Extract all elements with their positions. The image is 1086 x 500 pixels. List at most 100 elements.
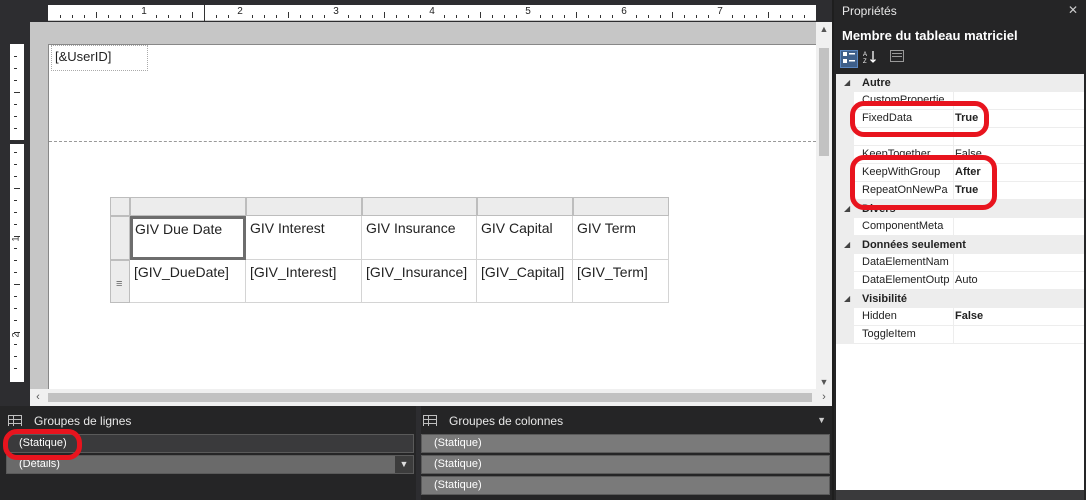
ruler-tick <box>14 308 17 309</box>
scroll-left-icon[interactable]: ‹ <box>30 389 46 406</box>
ruler-tick <box>14 344 17 345</box>
row-groups-label: Groupes de lignes <box>34 414 132 428</box>
highlight-ring-static-group <box>3 429 82 460</box>
column-handle[interactable] <box>246 197 362 216</box>
detail-cell-due-date[interactable]: [GIV_DueDate] <box>130 260 246 303</box>
column-group-label: (Statique) <box>434 437 482 449</box>
designer-horizontal-scrollbar[interactable]: ‹ › <box>30 389 832 406</box>
column-group-static[interactable]: (Statique) <box>421 476 830 495</box>
details-row-handle[interactable]: ≡ <box>110 260 130 303</box>
design-canvas[interactable]: [&UserID] ≡ GIV Due Date GIV Interest GI… <box>30 22 816 389</box>
userid-textbox[interactable]: [&UserID] <box>51 45 148 71</box>
report-builder-window: 1234567 12 [&UserID] ≡ GIV Due Date GIV … <box>0 0 1086 500</box>
collapse-icon[interactable]: ◢ <box>844 236 850 254</box>
ruler-tick <box>84 15 85 18</box>
ruler-tick <box>180 15 181 18</box>
scroll-thumb[interactable] <box>819 48 829 156</box>
ruler-tick <box>756 15 757 18</box>
close-icon[interactable]: ✕ <box>1068 3 1078 17</box>
ruler-tick <box>14 284 20 285</box>
ruler-tick <box>228 15 229 18</box>
scroll-thumb[interactable] <box>48 393 812 402</box>
header-row-handle[interactable] <box>110 216 130 260</box>
property-row-dataelementoutput[interactable]: DataElementOutp Auto <box>836 272 1084 290</box>
ruler-tick <box>480 12 481 18</box>
ruler-tick <box>492 15 493 18</box>
ruler-tick <box>96 12 97 18</box>
ruler-number: 3 <box>333 6 339 17</box>
scroll-right-icon[interactable]: › <box>816 389 832 406</box>
column-handle[interactable] <box>362 197 477 216</box>
detail-cell-capital[interactable]: [GIV_Capital] <box>477 260 573 303</box>
collapse-icon[interactable]: ◢ <box>844 200 850 218</box>
ruler-tick <box>14 140 20 141</box>
header-cell-term[interactable]: GIV Term <box>573 216 669 260</box>
header-cell-due-date[interactable]: GIV Due Date <box>130 216 246 260</box>
ruler-tick <box>468 15 469 18</box>
ruler-number: 6 <box>621 6 627 17</box>
detail-cell-interest[interactable]: [GIV_Interest] <box>246 260 362 303</box>
category-visibilite[interactable]: ◢ Visibilité <box>836 290 1084 308</box>
ruler-tick <box>792 15 793 18</box>
scroll-up-icon[interactable]: ▲ <box>816 24 832 34</box>
ruler-tick <box>276 15 277 18</box>
ruler-tick <box>14 224 17 225</box>
ruler-tick <box>540 15 541 18</box>
property-pages-icon[interactable] <box>888 50 906 68</box>
details-row-icon: ≡ <box>116 278 123 290</box>
ruler-tick <box>324 15 325 18</box>
property-row-componentmeta[interactable]: ComponentMeta <box>836 218 1084 236</box>
sort-alphabetical-icon[interactable]: AZ <box>862 50 880 68</box>
column-handle[interactable] <box>477 197 573 216</box>
column-group-label: (Statique) <box>434 458 482 470</box>
ruler-tick <box>132 15 133 18</box>
tablix-corner-handle[interactable] <box>110 197 130 216</box>
ruler-tick <box>372 15 373 18</box>
scroll-down-icon[interactable]: ▼ <box>816 377 832 387</box>
ruler-tick <box>14 116 17 117</box>
row-groups-header: Groupes de lignes <box>8 412 131 430</box>
category-autre[interactable]: ◢ Autre <box>836 74 1084 92</box>
ruler-position-marker <box>204 5 205 21</box>
ruler-number: 7 <box>717 6 723 17</box>
designer-vertical-scrollbar[interactable]: ▲ ▼ <box>816 22 832 389</box>
detail-cell-insurance[interactable]: [GIV_Insurance] <box>362 260 477 303</box>
svg-text:A: A <box>863 52 867 58</box>
collapse-icon[interactable]: ◢ <box>844 290 850 308</box>
ruler-tick <box>600 15 601 18</box>
ruler-tick <box>696 15 697 18</box>
ruler-tick <box>612 15 613 18</box>
column-handle[interactable] <box>130 197 246 216</box>
header-cell-insurance[interactable]: GIV Insurance <box>362 216 477 260</box>
category-donnees[interactable]: ◢ Données seulement <box>836 236 1084 254</box>
vertical-ruler: 12 <box>10 44 24 382</box>
ruler-number: 5 <box>525 6 531 17</box>
ruler-tick <box>14 272 17 273</box>
ruler-number: 4 <box>429 6 435 17</box>
property-row-dataelementname[interactable]: DataElementNam <box>836 254 1084 272</box>
categorized-view-icon[interactable] <box>840 50 858 68</box>
dropdown-arrow-icon[interactable]: ▼ <box>395 456 413 473</box>
ruler-tick <box>768 12 769 18</box>
property-row-toggleitem[interactable]: ToggleItem <box>836 326 1084 344</box>
ruler-tick <box>552 15 553 18</box>
column-handle[interactable] <box>573 197 669 216</box>
ruler-tick <box>72 15 73 18</box>
detail-cell-term[interactable]: [GIV_Term] <box>573 260 669 303</box>
header-cell-capital[interactable]: GIV Capital <box>477 216 573 260</box>
report-page[interactable]: [&UserID] ≡ GIV Due Date GIV Interest GI… <box>48 44 816 389</box>
chevron-down-icon[interactable]: ▼ <box>817 415 826 425</box>
header-cell-interest[interactable]: GIV Interest <box>246 216 362 260</box>
highlight-ring-keepwithgroup <box>850 155 997 210</box>
column-group-label: (Statique) <box>434 479 482 491</box>
column-group-static[interactable]: (Statique) <box>421 434 830 453</box>
ruler-tick <box>672 12 673 18</box>
collapse-icon[interactable]: ◢ <box>844 74 850 92</box>
column-group-static[interactable]: (Statique) <box>421 455 830 474</box>
properties-panel: Propriétés ✕ Membre du tableau matriciel… <box>832 0 1086 500</box>
ruler-number: 2 <box>10 332 21 338</box>
ruler-tick <box>14 128 17 129</box>
grouping-pane: Groupes de lignes (Statique) (Détails) ▼… <box>0 406 832 500</box>
ruler-tick <box>504 15 505 18</box>
property-row-hidden[interactable]: Hidden False <box>836 308 1084 326</box>
